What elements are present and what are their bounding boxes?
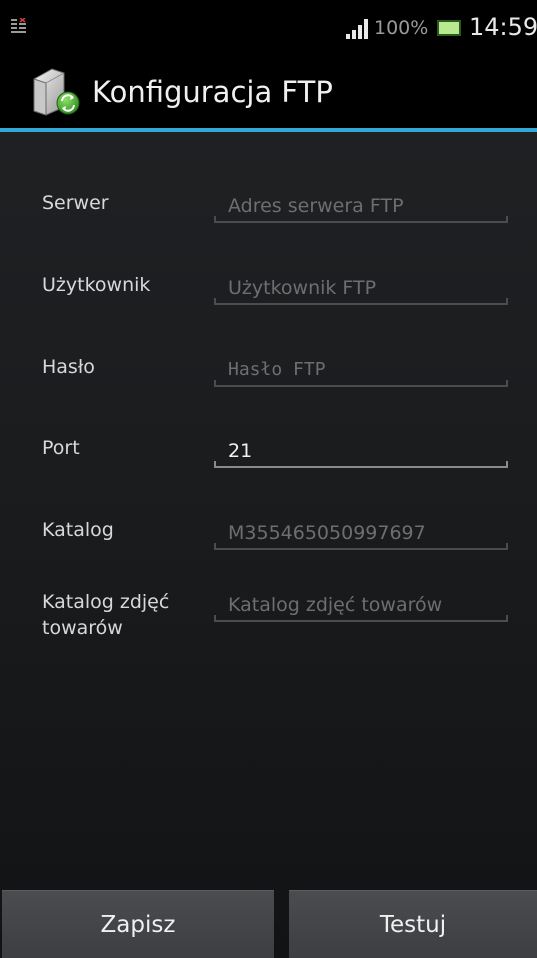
port-field-value: 21: [228, 440, 253, 462]
directory-field-placeholder: M355465050997697: [228, 522, 426, 544]
server-field-underline: [214, 216, 508, 223]
username-field-underline: [214, 298, 508, 305]
password-field[interactable]: Hasło FTP: [214, 353, 508, 387]
server-field-placeholder: Adres serwera FTP: [228, 195, 404, 217]
directory-label: Katalog: [42, 519, 114, 541]
notification-icon: [11, 18, 26, 33]
save-button[interactable]: Zapisz: [2, 890, 274, 958]
port-field-underline: [214, 461, 508, 468]
battery-icon: [437, 20, 461, 36]
directory-field[interactable]: M355465050997697: [214, 516, 508, 550]
action-bar-divider: [0, 128, 537, 132]
username-field[interactable]: Użytkownik FTP: [214, 271, 508, 305]
product-photos-directory-field-underline: [214, 615, 508, 622]
server-field[interactable]: Adres serwera FTP: [214, 189, 508, 223]
product-photos-directory-field-placeholder: Katalog zdjęć towarów: [228, 594, 443, 616]
password-label: Hasło: [42, 356, 95, 378]
test-button[interactable]: Testuj: [289, 890, 537, 958]
port-field[interactable]: 21: [214, 434, 508, 468]
port-label: Port: [42, 437, 80, 459]
screen: 100% 14:59 Konfiguracja FTP Serwer Adres…: [0, 0, 537, 958]
product-photos-directory-label: Katalog zdjęć towarów: [42, 591, 170, 639]
username-field-placeholder: Użytkownik FTP: [228, 277, 377, 299]
status-bar: 100% 14:59: [0, 0, 537, 52]
signal-icon: [346, 19, 368, 39]
ftp-server-sync-icon: [33, 68, 80, 116]
password-field-placeholder: Hasło FTP: [228, 359, 326, 380]
directory-field-underline: [214, 543, 508, 550]
password-field-underline: [214, 380, 508, 387]
action-bar: Konfiguracja FTP: [0, 52, 537, 128]
product-photos-directory-field[interactable]: Katalog zdjęć towarów: [214, 588, 508, 622]
battery-percent: 100%: [374, 17, 429, 39]
username-label: Użytkownik: [42, 274, 151, 296]
page-title: Konfiguracja FTP: [92, 75, 333, 109]
clock: 14:59: [469, 13, 537, 41]
server-label: Serwer: [42, 192, 109, 214]
